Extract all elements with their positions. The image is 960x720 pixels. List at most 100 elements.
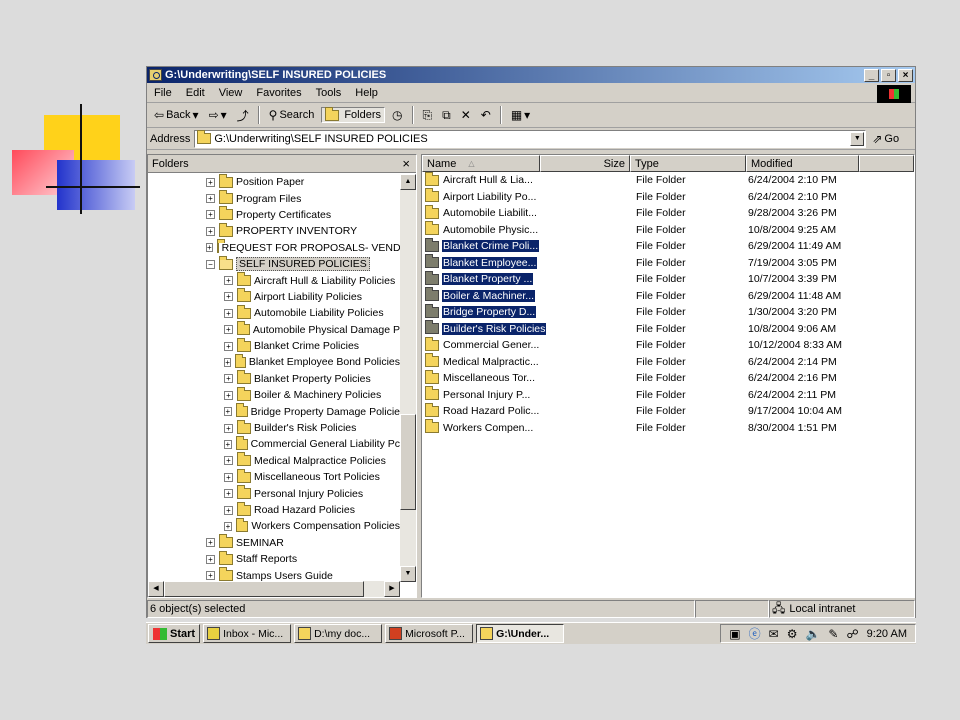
- tree-item[interactable]: + Medical Malpractice Policies: [148, 452, 400, 469]
- taskbar-button[interactable]: Microsoft P...: [385, 624, 474, 643]
- tree-item[interactable]: + PROPERTY INVENTORY: [148, 222, 400, 239]
- file-row[interactable]: Road Hazard Polic... File Folder 9/17/2004…: [422, 402, 914, 420]
- scroll-down-button[interactable]: ▼: [400, 566, 416, 582]
- menu-view[interactable]: View: [212, 87, 250, 99]
- address-dropdown-button[interactable]: ▼: [850, 131, 865, 146]
- expand-icon[interactable]: +: [206, 194, 215, 204]
- tree-item[interactable]: + Position Paper: [148, 174, 400, 190]
- folders-pane-close-button[interactable]: ×: [402, 156, 410, 171]
- tree-item[interactable]: + Bridge Property Damage Policie: [148, 403, 400, 419]
- views-button[interactable]: ▦ ▾: [508, 107, 533, 123]
- hscroll-thumb[interactable]: [164, 581, 364, 597]
- undo-button[interactable]: ↶: [478, 107, 494, 123]
- scroll-thumb[interactable]: [400, 414, 416, 510]
- column-modified[interactable]: Modified: [746, 155, 859, 172]
- file-row[interactable]: Medical Malpractic... File Folder 6/24/200…: [422, 353, 914, 371]
- file-row[interactable]: Bridge Property D... File Folder 1/30/2004…: [422, 303, 914, 321]
- expand-icon[interactable]: +: [224, 407, 232, 417]
- expand-icon[interactable]: +: [206, 571, 215, 581]
- tree-item[interactable]: + Personal Injury Policies: [148, 485, 400, 501]
- file-row[interactable]: Blanket Property ... File Folder 10/7/2004…: [422, 270, 914, 288]
- collapse-icon[interactable]: −: [206, 259, 215, 269]
- tree-item[interactable]: + Property Certificates: [148, 206, 400, 223]
- tree-item[interactable]: + Boiler & Machinery Policies: [148, 386, 400, 403]
- scroll-left-button[interactable]: ◀: [148, 581, 164, 597]
- tree-item[interactable]: + Blanket Employee Bond Policies: [148, 353, 400, 370]
- tree-item[interactable]: − SELF INSURED POLICIES: [148, 255, 400, 272]
- delete-button[interactable]: ✕: [458, 107, 474, 123]
- expand-icon[interactable]: +: [224, 308, 233, 318]
- tree-item[interactable]: + Automobile Liability Policies: [148, 304, 400, 321]
- expand-icon[interactable]: +: [224, 423, 233, 433]
- pencil-icon[interactable]: ✎: [828, 627, 838, 641]
- up-folder-button[interactable]: ⤴: [234, 106, 252, 125]
- title-bar[interactable]: G:\Underwriting\SELF INSURED POLICIES _ …: [147, 67, 915, 83]
- tree-item[interactable]: + Miscellaneous Tort Policies: [148, 468, 400, 485]
- expand-icon[interactable]: +: [224, 276, 233, 286]
- scroll-up-button[interactable]: ▲: [400, 174, 416, 190]
- tree-item[interactable]: + SEMINAR: [148, 534, 400, 551]
- tree-item[interactable]: + Builder's Risk Policies: [148, 419, 400, 436]
- tree-item[interactable]: + Workers Compensation Policies: [148, 517, 400, 534]
- tree-item[interactable]: + Program Files: [148, 190, 400, 206]
- expand-icon[interactable]: +: [224, 472, 233, 482]
- network-icon[interactable]: ⚙: [787, 627, 798, 641]
- outlook-icon[interactable]: ✉: [769, 627, 779, 641]
- expand-icon[interactable]: +: [224, 439, 232, 449]
- file-row[interactable]: Automobile Physic... File Folder 10/8/2004…: [422, 221, 914, 239]
- expand-icon[interactable]: +: [224, 292, 233, 302]
- menu-file[interactable]: File: [147, 87, 179, 99]
- column-type[interactable]: Type: [630, 155, 746, 172]
- tree-horizontal-scrollbar[interactable]: ◀ ▶: [148, 581, 400, 597]
- start-button[interactable]: Start: [148, 624, 201, 643]
- tree-item[interactable]: + Commercial General Liability Pc: [148, 435, 400, 452]
- expand-icon[interactable]: +: [224, 325, 233, 335]
- file-row[interactable]: Boiler & Machiner... File Folder 6/29/2004…: [422, 287, 914, 305]
- folders-button[interactable]: Folders: [321, 106, 386, 123]
- file-row[interactable]: Workers Compen... File Folder 8/30/2004 1:…: [422, 419, 914, 437]
- file-row[interactable]: Airport Liability Po... File Folder 6/24/2…: [422, 188, 914, 206]
- expand-icon[interactable]: +: [224, 489, 233, 499]
- volume-icon[interactable]: 🔈: [805, 627, 820, 641]
- maximize-button[interactable]: ▫: [881, 68, 896, 82]
- scroll-right-button[interactable]: ▶: [384, 581, 400, 597]
- taskbar-button[interactable]: Inbox - Mic...: [203, 624, 292, 643]
- file-row[interactable]: Personal Injury P... File Folder 6/24/2004…: [422, 386, 914, 404]
- address-input[interactable]: G:\Underwriting\SELF INSURED POLICIES ▼: [194, 129, 867, 148]
- file-row[interactable]: Miscellaneous Tor... File Folder 6/24/2004…: [422, 369, 914, 387]
- back-button[interactable]: ⇦ Back ▾: [151, 107, 202, 123]
- file-row[interactable]: Aircraft Hull & Lia... File Folder 6/24/20…: [422, 171, 914, 189]
- file-row[interactable]: Blanket Crime Poli... File Folder 6/29/200…: [422, 237, 914, 255]
- taskbar-button[interactable]: D:\my doc...: [294, 624, 383, 643]
- expand-icon[interactable]: +: [224, 505, 233, 515]
- tree-item[interactable]: + Blanket Property Policies: [148, 370, 400, 387]
- forward-button[interactable]: ⇨ ▾: [206, 107, 230, 123]
- file-row[interactable]: Automobile Liabilit... File Folder 9/28/20…: [422, 204, 914, 222]
- tree-item[interactable]: + Staff Reports: [148, 550, 400, 567]
- search-button[interactable]: ⚲ Search: [266, 107, 318, 123]
- expand-icon[interactable]: +: [206, 554, 215, 564]
- file-row[interactable]: Builder's Risk Policies File Folder 10/8/2…: [422, 320, 914, 338]
- column-size[interactable]: Size: [540, 155, 630, 172]
- expand-icon[interactable]: +: [224, 357, 232, 367]
- tree-item[interactable]: + Airport Liability Policies: [148, 288, 400, 305]
- close-button[interactable]: ×: [898, 68, 913, 82]
- tree-item[interactable]: + Automobile Physical Damage P: [148, 321, 400, 338]
- tree-item[interactable]: + Road Hazard Policies: [148, 501, 400, 518]
- menu-tools[interactable]: Tools: [309, 87, 349, 99]
- expand-icon[interactable]: +: [224, 390, 233, 400]
- file-row[interactable]: Blanket Employee... File Folder 7/19/2004 …: [422, 254, 914, 272]
- history-button[interactable]: ◷: [389, 107, 405, 123]
- expand-icon[interactable]: +: [206, 243, 213, 253]
- expand-icon[interactable]: +: [206, 210, 215, 220]
- menu-help[interactable]: Help: [348, 87, 385, 99]
- menu-favorites[interactable]: Favorites: [249, 87, 308, 99]
- expand-icon[interactable]: +: [224, 456, 233, 466]
- desktop-icon[interactable]: ▣: [729, 627, 740, 641]
- tree-item[interactable]: + Stamps Users Guide: [148, 567, 400, 582]
- menu-edit[interactable]: Edit: [179, 87, 212, 99]
- tree-item[interactable]: + Aircraft Hull & Liability Policies: [148, 272, 400, 288]
- tree-vertical-scrollbar[interactable]: ▲ ▼: [400, 174, 416, 582]
- column-name[interactable]: Name △: [422, 155, 540, 172]
- expand-icon[interactable]: +: [206, 226, 215, 236]
